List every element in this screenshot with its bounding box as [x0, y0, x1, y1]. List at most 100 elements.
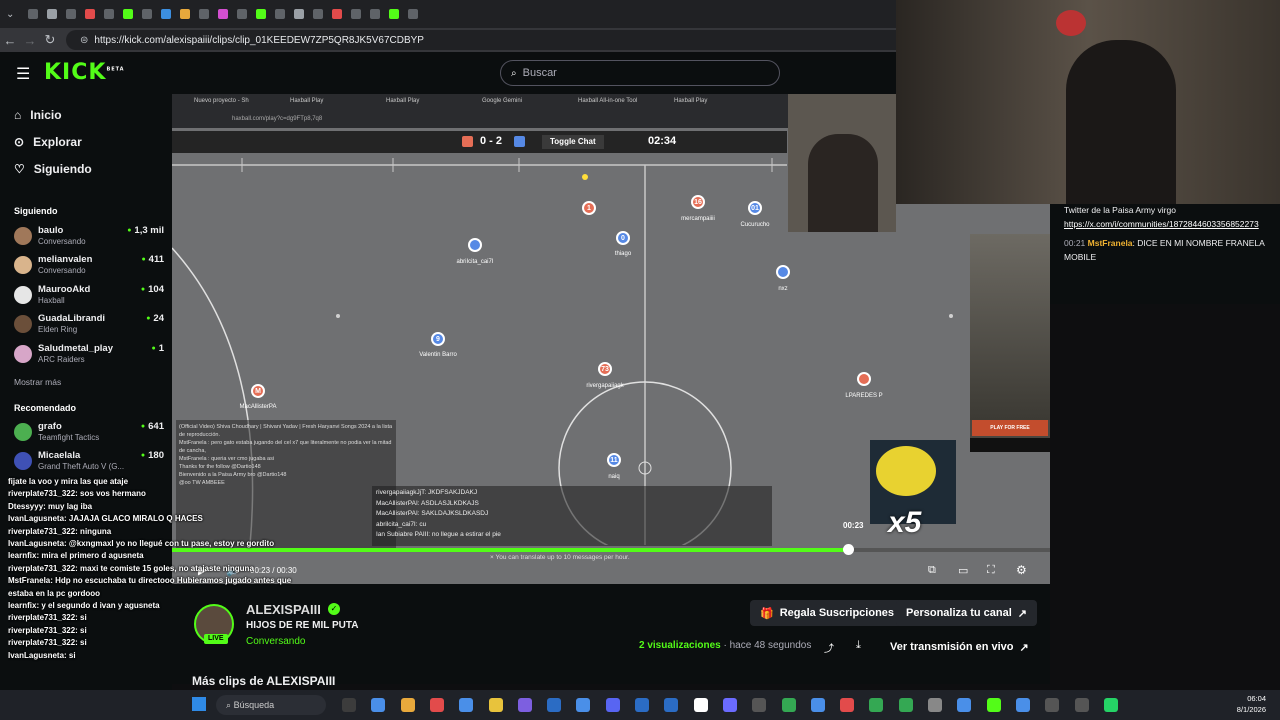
pip-icon[interactable]: ⧉: [928, 564, 936, 577]
taskbar-app-icon[interactable]: [488, 698, 503, 712]
share-icon[interactable]: ⤴: [824, 640, 834, 655]
taskbar-app-icon[interactable]: [1074, 698, 1089, 712]
taskbar-app-icon[interactable]: [869, 698, 884, 712]
browser-tab[interactable]: [370, 9, 381, 19]
nav-inicio[interactable]: ⌂ Inicio: [14, 108, 62, 122]
browser-tab[interactable]: [218, 9, 229, 19]
settings-gear-icon[interactable]: ⚙: [1016, 563, 1027, 577]
channel-name: MaurooAkd: [38, 283, 91, 295]
taskbar-app-icon[interactable]: [986, 698, 1001, 712]
avatar: [14, 315, 32, 334]
browser-tab[interactable]: [85, 9, 96, 19]
toggle-chat-button[interactable]: Toggle Chat: [542, 135, 604, 149]
sidebar-channel-maurooakd[interactable]: MaurooAkdHaxball 104: [14, 284, 164, 310]
chat-user: Dtessyyy: [8, 501, 44, 511]
search-input[interactable]: ⌕ Buscar: [500, 60, 780, 86]
sidebar-channel-micaelala[interactable]: MicaelalaGrand Theft Auto V (G... 180: [14, 450, 164, 476]
site-info-icon[interactable]: ⊜: [80, 35, 88, 46]
forward-arrow-icon[interactable]: →: [20, 33, 40, 48]
sidebar-channel-guadalibrandi[interactable]: GuadaLibrandiElden Ring 24: [14, 313, 164, 339]
browser-tab[interactable]: [408, 9, 419, 19]
chat-link[interactable]: https://x.com/i/communities/187284460335…: [1064, 218, 1272, 232]
browser-tab[interactable]: [180, 9, 191, 19]
browser-tab[interactable]: [47, 9, 58, 19]
browser-tab[interactable]: [351, 9, 362, 19]
taskbar-app-icon[interactable]: [605, 698, 620, 712]
taskbar-app-icon[interactable]: [840, 698, 855, 712]
back-arrow-icon[interactable]: ←: [0, 33, 20, 48]
taskbar-app-icon[interactable]: [693, 698, 708, 712]
taskbar-app-icon[interactable]: [1103, 698, 1118, 712]
taskbar-app-icon[interactable]: [429, 698, 444, 712]
player-disc: [776, 265, 790, 279]
taskbar-app-icon[interactable]: [664, 698, 679, 712]
taskbar-app-icon[interactable]: [371, 698, 386, 712]
browser-tab[interactable]: [66, 9, 77, 19]
browser-tab[interactable]: [237, 9, 248, 19]
windows-start-icon[interactable]: [192, 697, 206, 711]
browser-tab[interactable]: [142, 9, 153, 19]
overlay-chat-line: riverplate731_322: maxi te comiste 15 go…: [8, 563, 338, 575]
browser-tab[interactable]: [313, 9, 324, 19]
menu-hamburger-icon[interactable]: ☰: [16, 64, 30, 84]
taskbar-app-icon[interactable]: [635, 698, 649, 712]
browser-tab[interactable]: [199, 9, 210, 19]
taskbar-app-icon[interactable]: [1045, 698, 1060, 712]
download-icon[interactable]: ⤓: [856, 639, 861, 652]
theater-icon[interactable]: ▭: [958, 564, 968, 577]
taskbar-app-icon[interactable]: [898, 698, 913, 712]
taskbar-app-icon[interactable]: [547, 698, 562, 712]
browser-tab[interactable]: [104, 9, 115, 19]
chat-user: learnfix: [8, 551, 37, 561]
taskbar-app-icon[interactable]: [342, 698, 356, 712]
taskbar-app-icon[interactable]: [928, 698, 942, 712]
browser-tab[interactable]: [332, 9, 343, 19]
heart-icon: ♡: [14, 162, 25, 176]
system-clock[interactable]: 06:04 8/1/2026: [1216, 693, 1266, 715]
taskbar-app-icon[interactable]: [781, 698, 796, 712]
browser-tab[interactable]: [256, 9, 267, 19]
taskbar-app-icon[interactable]: [576, 698, 591, 712]
overlay-chat-line: Dtessyyy: muy lag iba: [8, 501, 338, 513]
clip-timestamp: 00:23: [843, 521, 864, 530]
gift-subs-button[interactable]: 🎁 Regala Suscripciones: [750, 600, 905, 626]
nav-siguiendo[interactable]: ♡ Siguiendo: [14, 162, 92, 176]
taskbar-app-icon[interactable]: [1015, 698, 1030, 712]
avatar: [14, 256, 32, 275]
kick-logo[interactable]: KICKBETA: [44, 60, 125, 85]
browser-tab[interactable]: [161, 9, 172, 19]
play-for-free-button[interactable]: PLAY FOR FREE: [972, 420, 1048, 436]
sidebar-channel-grafo[interactable]: grafoTeamfight Tactics 641: [14, 421, 164, 447]
show-more-link[interactable]: Mostrar más: [14, 377, 61, 387]
chat-user: riverplate731_322: [8, 638, 76, 648]
browser-tab[interactable]: [389, 9, 400, 19]
browser-tab[interactable]: [275, 9, 286, 19]
taskbar-app-icon[interactable]: [517, 698, 532, 712]
tab-list-chevron-icon[interactable]: ⌄: [6, 9, 14, 20]
browser-tab[interactable]: [294, 9, 305, 19]
sidebar-channel-saludmetal_play[interactable]: Saludmetal_playARC Raiders 1: [14, 343, 164, 369]
fullscreen-icon[interactable]: ⛶: [987, 564, 995, 577]
captured-tab: Haxball All-in-one Tool: [578, 98, 638, 104]
taskbar-app-icon[interactable]: [459, 698, 474, 712]
nav-explorar[interactable]: ⊙ Explorar: [14, 135, 82, 149]
reload-icon[interactable]: ↻: [40, 32, 60, 48]
taskbar-app-icon[interactable]: [752, 698, 767, 712]
gift-icon: 🎁: [760, 607, 774, 620]
taskbar-app-icon[interactable]: [810, 698, 825, 712]
progress-handle[interactable]: [843, 544, 855, 555]
taskbar-app-icon[interactable]: [722, 698, 737, 712]
taskbar-app-icon[interactable]: [400, 698, 415, 712]
address-bar[interactable]: ⊜ https://kick.com/alexispaiii/clips/cli…: [66, 30, 906, 50]
browser-tab[interactable]: [28, 9, 39, 19]
customize-channel-button[interactable]: Personaliza tu canal ↗: [896, 600, 1037, 626]
taskbar-search[interactable]: ⌕ Búsqueda: [216, 695, 326, 715]
player-name: rivergapaiiagk: [586, 383, 624, 389]
sidebar-channel-melianvalen[interactable]: melianvalenConversando 411: [14, 254, 164, 280]
taskbar-app-icon[interactable]: [957, 698, 972, 712]
browser-tab[interactable]: [123, 9, 134, 19]
watch-live-button[interactable]: Ver transmisión en vivo ↗: [880, 634, 1039, 660]
game-ad-banner[interactable]: PLAY FOR FREE: [970, 234, 1050, 452]
chat-user[interactable]: MstFranela: [1088, 238, 1133, 248]
sidebar-channel-baulo[interactable]: bauloConversando 1,3 mil: [14, 225, 164, 251]
